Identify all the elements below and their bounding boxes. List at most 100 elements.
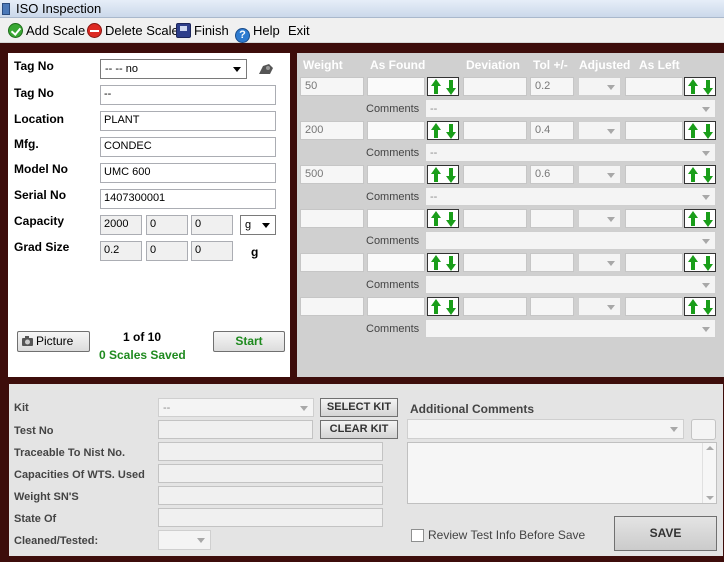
grad-size-field-2[interactable]: 0 — [146, 241, 188, 261]
tag-no-dropdown[interactable]: -- -- no — [100, 59, 247, 79]
as-found-field-6[interactable] — [367, 297, 425, 316]
additional-comments-add-button[interactable] — [691, 419, 716, 440]
save-disk-icon — [176, 23, 191, 38]
help-menu[interactable]: ? Help — [235, 22, 280, 43]
down-arrow-icon[interactable] — [444, 123, 458, 139]
review-checkbox[interactable] — [411, 529, 424, 542]
comments-dropdown-6[interactable] — [425, 319, 716, 338]
scale-icon[interactable] — [258, 62, 274, 76]
adjusted-dropdown-6[interactable] — [578, 297, 621, 316]
down-arrow-icon[interactable] — [701, 167, 715, 183]
capacity-field-2[interactable]: 0 — [146, 215, 188, 235]
comments-dropdown-4[interactable] — [425, 231, 716, 250]
as-left-field-6[interactable] — [625, 297, 683, 316]
picture-button[interactable]: Picture — [17, 331, 90, 352]
down-arrow-icon[interactable] — [444, 255, 458, 271]
comments-dropdown-5[interactable] — [425, 275, 716, 294]
as-found-field-2[interactable] — [367, 121, 425, 140]
up-arrow-icon[interactable] — [686, 211, 700, 227]
as-found-field-1[interactable] — [367, 77, 425, 96]
tag-no-field[interactable]: -- — [100, 85, 276, 105]
as-left-field-3[interactable] — [625, 165, 683, 184]
capacity-field-1[interactable]: 2000 — [100, 215, 142, 235]
weight-field-4[interactable] — [300, 209, 364, 228]
grad-size-field-3[interactable]: 0 — [191, 241, 233, 261]
adjusted-dropdown-4[interactable] — [578, 209, 621, 228]
select-kit-button[interactable]: SELECT KIT — [320, 398, 398, 417]
exit-menu[interactable]: Exit — [288, 22, 310, 40]
capacities-field[interactable] — [158, 464, 383, 483]
down-arrow-icon[interactable] — [701, 211, 715, 227]
down-arrow-icon[interactable] — [701, 299, 715, 315]
as-left-field-1[interactable] — [625, 77, 683, 96]
traceable-field[interactable] — [158, 442, 383, 461]
header-adjusted: Adjusted — [579, 58, 631, 72]
model-no-label: Model No — [14, 162, 68, 176]
capacity-field-3[interactable]: 0 — [191, 215, 233, 235]
model-no-field[interactable]: UMC 600 — [100, 163, 276, 183]
app-icon — [2, 3, 10, 15]
check-circle-icon — [8, 23, 23, 38]
up-arrow-icon[interactable] — [686, 79, 700, 95]
kit-dropdown[interactable]: -- — [158, 398, 314, 417]
save-button[interactable]: SAVE — [614, 516, 717, 551]
grad-size-field-1[interactable]: 0.2 — [100, 241, 142, 261]
comments-dropdown-2[interactable]: -- — [425, 143, 716, 162]
mfg-field[interactable]: CONDEC — [100, 137, 276, 157]
as-found-field-4[interactable] — [367, 209, 425, 228]
finish-menu[interactable]: Finish — [176, 22, 229, 40]
adjusted-dropdown-1[interactable] — [578, 77, 621, 96]
menu-bar: Add Scale Delete Scale Finish ? Help Exit — [0, 18, 724, 43]
add-scale-menu[interactable]: Add Scale — [8, 22, 85, 40]
adjusted-dropdown-5[interactable] — [578, 253, 621, 272]
up-arrow-icon[interactable] — [429, 255, 443, 271]
serial-no-field[interactable]: 1407300001 — [100, 189, 276, 209]
up-arrow-icon[interactable] — [429, 79, 443, 95]
as-left-field-4[interactable] — [625, 209, 683, 228]
weight-field-2[interactable]: 200 — [300, 121, 364, 140]
up-arrow-icon[interactable] — [429, 167, 443, 183]
additional-comments-textarea[interactable] — [407, 442, 717, 504]
weight-sn-field[interactable] — [158, 486, 383, 505]
up-arrow-icon[interactable] — [686, 299, 700, 315]
up-arrow-icon[interactable] — [686, 123, 700, 139]
test-no-field[interactable] — [158, 420, 313, 439]
capacity-unit-dropdown[interactable]: g — [240, 215, 276, 235]
as-found-field-3[interactable] — [367, 165, 425, 184]
delete-scale-menu[interactable]: Delete Scale — [87, 22, 179, 40]
weight-field-5[interactable] — [300, 253, 364, 272]
as-found-field-5[interactable] — [367, 253, 425, 272]
down-arrow-icon[interactable] — [701, 79, 715, 95]
grad-size-label: Grad Size — [14, 240, 70, 254]
down-arrow-icon[interactable] — [444, 79, 458, 95]
up-arrow-icon[interactable] — [686, 167, 700, 183]
weight-field-6[interactable] — [300, 297, 364, 316]
up-arrow-icon[interactable] — [429, 123, 443, 139]
comments-dropdown-1[interactable]: -- — [425, 99, 716, 118]
down-arrow-icon[interactable] — [444, 211, 458, 227]
state-of-field[interactable] — [158, 508, 383, 527]
adjusted-dropdown-3[interactable] — [578, 165, 621, 184]
down-arrow-icon[interactable] — [444, 167, 458, 183]
comments-scrollbar[interactable] — [702, 443, 716, 503]
down-arrow-icon[interactable] — [701, 255, 715, 271]
down-arrow-icon[interactable] — [444, 299, 458, 315]
start-button[interactable]: Start — [213, 331, 285, 352]
adjusted-dropdown-2[interactable] — [578, 121, 621, 140]
additional-comments-dropdown[interactable] — [407, 419, 684, 439]
up-arrow-icon[interactable] — [429, 299, 443, 315]
weight-field-1[interactable]: 50 — [300, 77, 364, 96]
location-field[interactable]: PLANT — [100, 111, 276, 131]
header-as-left: As Left — [639, 58, 680, 72]
as-left-field-2[interactable] — [625, 121, 683, 140]
as-left-field-5[interactable] — [625, 253, 683, 272]
weight-field-3[interactable]: 500 — [300, 165, 364, 184]
as-left-arrows-4 — [684, 209, 716, 228]
comments-dropdown-3[interactable]: -- — [425, 187, 716, 206]
up-arrow-icon[interactable] — [686, 255, 700, 271]
clear-kit-button[interactable]: CLEAR KIT — [320, 420, 398, 439]
down-arrow-icon[interactable] — [701, 123, 715, 139]
up-arrow-icon[interactable] — [429, 211, 443, 227]
cleaned-tested-dropdown[interactable] — [158, 530, 211, 550]
help-label: Help — [253, 23, 280, 38]
